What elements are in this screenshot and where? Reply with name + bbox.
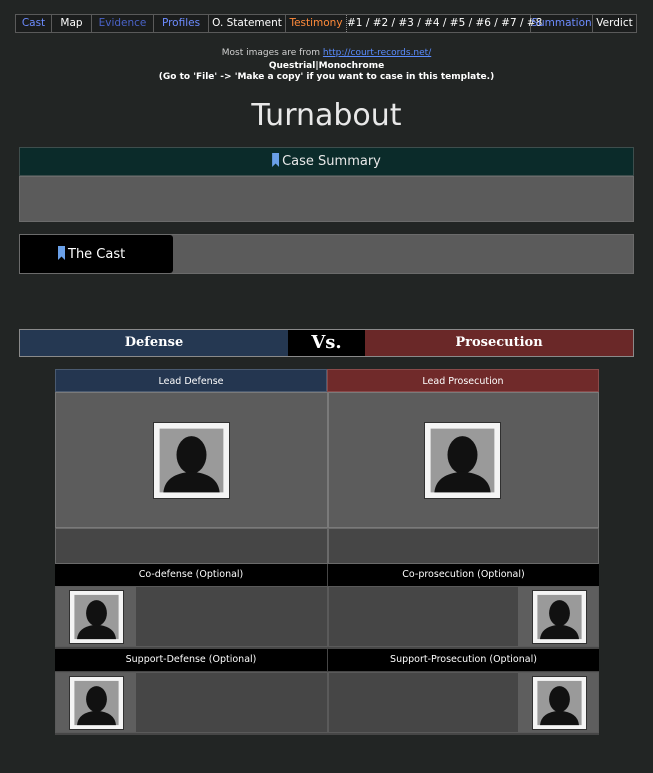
co-defense-slot[interactable] (55, 586, 328, 647)
lead-prosecution-cell[interactable] (328, 392, 599, 528)
bookmark-icon (58, 246, 65, 260)
silhouette-avatar-icon (153, 422, 230, 499)
cast-section: The Cast (19, 234, 634, 274)
defense-label: Defense (20, 330, 288, 356)
page-title: Turnabout (251, 98, 402, 133)
lead-defense-header: Lead Defense (55, 369, 327, 392)
nav-cast[interactable]: Cast (16, 15, 52, 32)
co-prosecution-slot[interactable] (328, 586, 599, 647)
lead-prosecution-notes[interactable] (328, 528, 599, 564)
silhouette-avatar-icon (424, 422, 501, 499)
nav-summation[interactable]: Summation (531, 15, 593, 32)
co-prosecution-picture (518, 587, 598, 646)
silhouette-avatar-icon (69, 676, 124, 730)
support-prosecution-picture (518, 673, 598, 732)
source-link[interactable]: http://court-records.net/ (323, 48, 431, 58)
lead-prosecution-header: Lead Prosecution (327, 369, 599, 392)
vs-label: Vs. (288, 330, 365, 356)
bookmark-icon (272, 153, 280, 167)
top-nav: Cast Map Evidence Profiles O. Statement … (15, 14, 637, 33)
nav-verdict[interactable]: Verdict (593, 15, 636, 32)
case-summary-label: Case Summary (282, 154, 381, 169)
cast-tab[interactable]: The Cast (20, 235, 173, 273)
case-summary-body[interactable] (19, 176, 634, 222)
nav-opening-statement[interactable]: O. Statement (209, 15, 286, 32)
cast-label: The Cast (68, 247, 126, 262)
nav-profiles[interactable]: Profiles (154, 15, 209, 32)
case-summary-header[interactable]: Case Summary (19, 147, 634, 176)
support-defense-slot[interactable] (55, 672, 328, 733)
nav-map[interactable]: Map (52, 15, 92, 32)
silhouette-avatar-icon (69, 590, 124, 644)
nav-testimony[interactable]: Testimony (286, 15, 347, 32)
nav-testimony-numbers[interactable]: #1 / #2 / #3 / #4 / #5 / #6 / #7 / #8 (347, 15, 542, 32)
silhouette-avatar-icon (532, 590, 587, 644)
versus-bar: Defense Vs. Prosecution (19, 329, 634, 357)
co-defense-header: Co-defense (Optional) (55, 564, 327, 586)
source-prefix: Most images are from (221, 48, 323, 58)
prosecution-label: Prosecution (365, 330, 633, 356)
co-prosecution-header: Co-prosecution (Optional) (328, 564, 599, 586)
nav-evidence[interactable]: Evidence (92, 15, 154, 32)
co-defense-picture (56, 587, 136, 646)
support-defense-header: Support-Defense (Optional) (55, 649, 327, 671)
support-prosecution-header: Support-Prosecution (Optional) (328, 649, 599, 671)
font-note: Questrial|Monochrome (268, 61, 385, 71)
silhouette-avatar-icon (532, 676, 587, 730)
support-prosecution-slot[interactable] (328, 672, 599, 733)
lead-defense-notes[interactable] (55, 528, 328, 564)
cast-grid: Lead Defense Lead Prosecution Co-defense… (55, 369, 599, 735)
lead-defense-cell[interactable] (55, 392, 328, 528)
copy-instruction: (Go to 'File' -> 'Make a copy' if you wa… (158, 72, 495, 82)
support-defense-picture (56, 673, 136, 732)
image-source-note: Most images are from http://court-record… (0, 48, 653, 58)
